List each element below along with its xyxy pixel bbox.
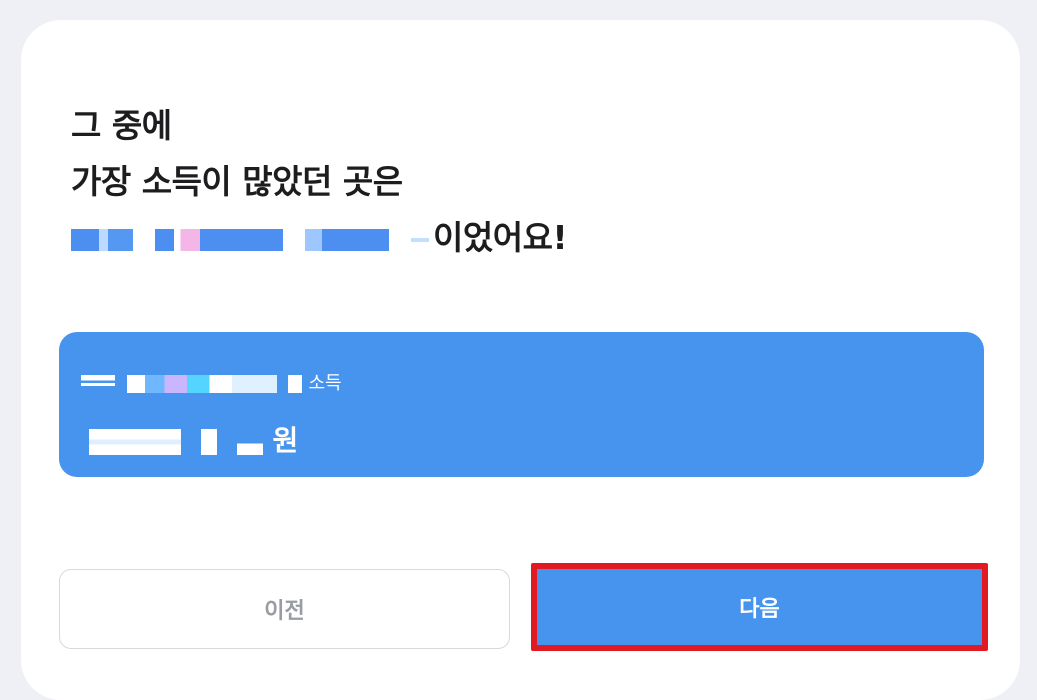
redacted-amount bbox=[200, 429, 217, 455]
income-label: 소득 bbox=[81, 369, 342, 395]
redacted-amount bbox=[236, 429, 263, 455]
income-summary-card: 소득 원 bbox=[59, 332, 984, 477]
income-amount: 원 bbox=[89, 419, 298, 459]
redacted-workplace-name-part bbox=[155, 228, 283, 251]
income-amount-unit: 원 bbox=[272, 424, 299, 457]
redacted-workplace-name-part bbox=[71, 228, 133, 251]
redacted-amount bbox=[89, 429, 181, 455]
next-button[interactable]: 다음 bbox=[531, 563, 988, 651]
redacted-text bbox=[288, 375, 303, 393]
redacted-workplace-name-part bbox=[411, 237, 429, 242]
title-line-1: 그 중에 bbox=[71, 106, 172, 145]
title-line-3-suffix: 이었어요! bbox=[433, 218, 568, 257]
page-title: 그 중에 가장 소득이 많았던 곳은 이었어요! bbox=[71, 98, 568, 266]
redacted-text bbox=[126, 375, 277, 393]
previous-button[interactable]: 이전 bbox=[59, 569, 510, 649]
title-line-3: 이었어요! bbox=[71, 210, 568, 266]
redacted-text bbox=[81, 375, 115, 393]
income-label-suffix: 소득 bbox=[308, 373, 342, 394]
redacted-workplace-name-part bbox=[305, 228, 389, 251]
title-line-2: 가장 소득이 많았던 곳은 bbox=[71, 162, 403, 201]
